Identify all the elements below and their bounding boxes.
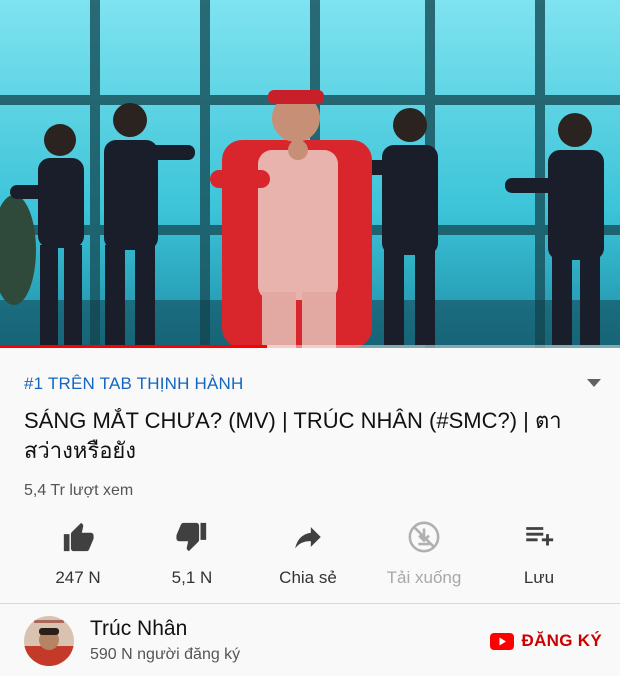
action-row: 247 N 5,1 N Chia sẻ Tải xuống Lưu (0, 506, 620, 602)
dislike-count: 5,1 N (171, 568, 213, 587)
download-button[interactable]: Tải xuống (369, 520, 479, 588)
avatar-image (24, 616, 74, 666)
expand-description-icon[interactable] (586, 378, 602, 388)
playlist-add-icon (526, 527, 554, 546)
view-count: 5,4 Tr lượt xem (24, 482, 134, 499)
save-button[interactable]: Lưu (484, 520, 594, 588)
share-arrow-icon (295, 527, 321, 549)
share-label: Chia sẻ (279, 568, 337, 587)
video-info: #1 TRÊN TAB THỊNH HÀNH SÁNG MẮT CHƯA? (M… (0, 348, 620, 506)
thumbs-up-icon (63, 522, 94, 552)
like-button[interactable]: 247 N (23, 520, 133, 588)
channel-row: Trúc Nhân 590 N người đăng ký ĐĂNG KÝ (0, 604, 620, 676)
youtube-logo-icon (489, 632, 514, 650)
dislike-button[interactable]: 5,1 N (137, 520, 247, 588)
download-disabled-icon (408, 521, 440, 553)
video-player[interactable] (0, 0, 620, 348)
video-frame (0, 0, 620, 348)
download-label: Tải xuống (386, 568, 462, 587)
thumbs-down-icon (176, 522, 207, 552)
channel-name[interactable]: Trúc Nhân (90, 617, 187, 641)
like-count: 247 N (55, 568, 101, 587)
trending-badge-link[interactable]: #1 TRÊN TAB THỊNH HÀNH (24, 374, 243, 394)
video-title: SÁNG MẮT CHƯA? (MV) | TRÚC NHÂN (#SMC?) … (24, 408, 562, 463)
share-button[interactable]: Chia sẻ (253, 520, 363, 588)
channel-avatar[interactable] (24, 616, 74, 666)
subscriber-count: 590 N người đăng ký (90, 646, 241, 663)
save-label: Lưu (523, 568, 555, 587)
subscribe-button[interactable]: ĐĂNG KÝ (489, 628, 603, 654)
subscribe-label: ĐĂNG KÝ (521, 631, 602, 650)
